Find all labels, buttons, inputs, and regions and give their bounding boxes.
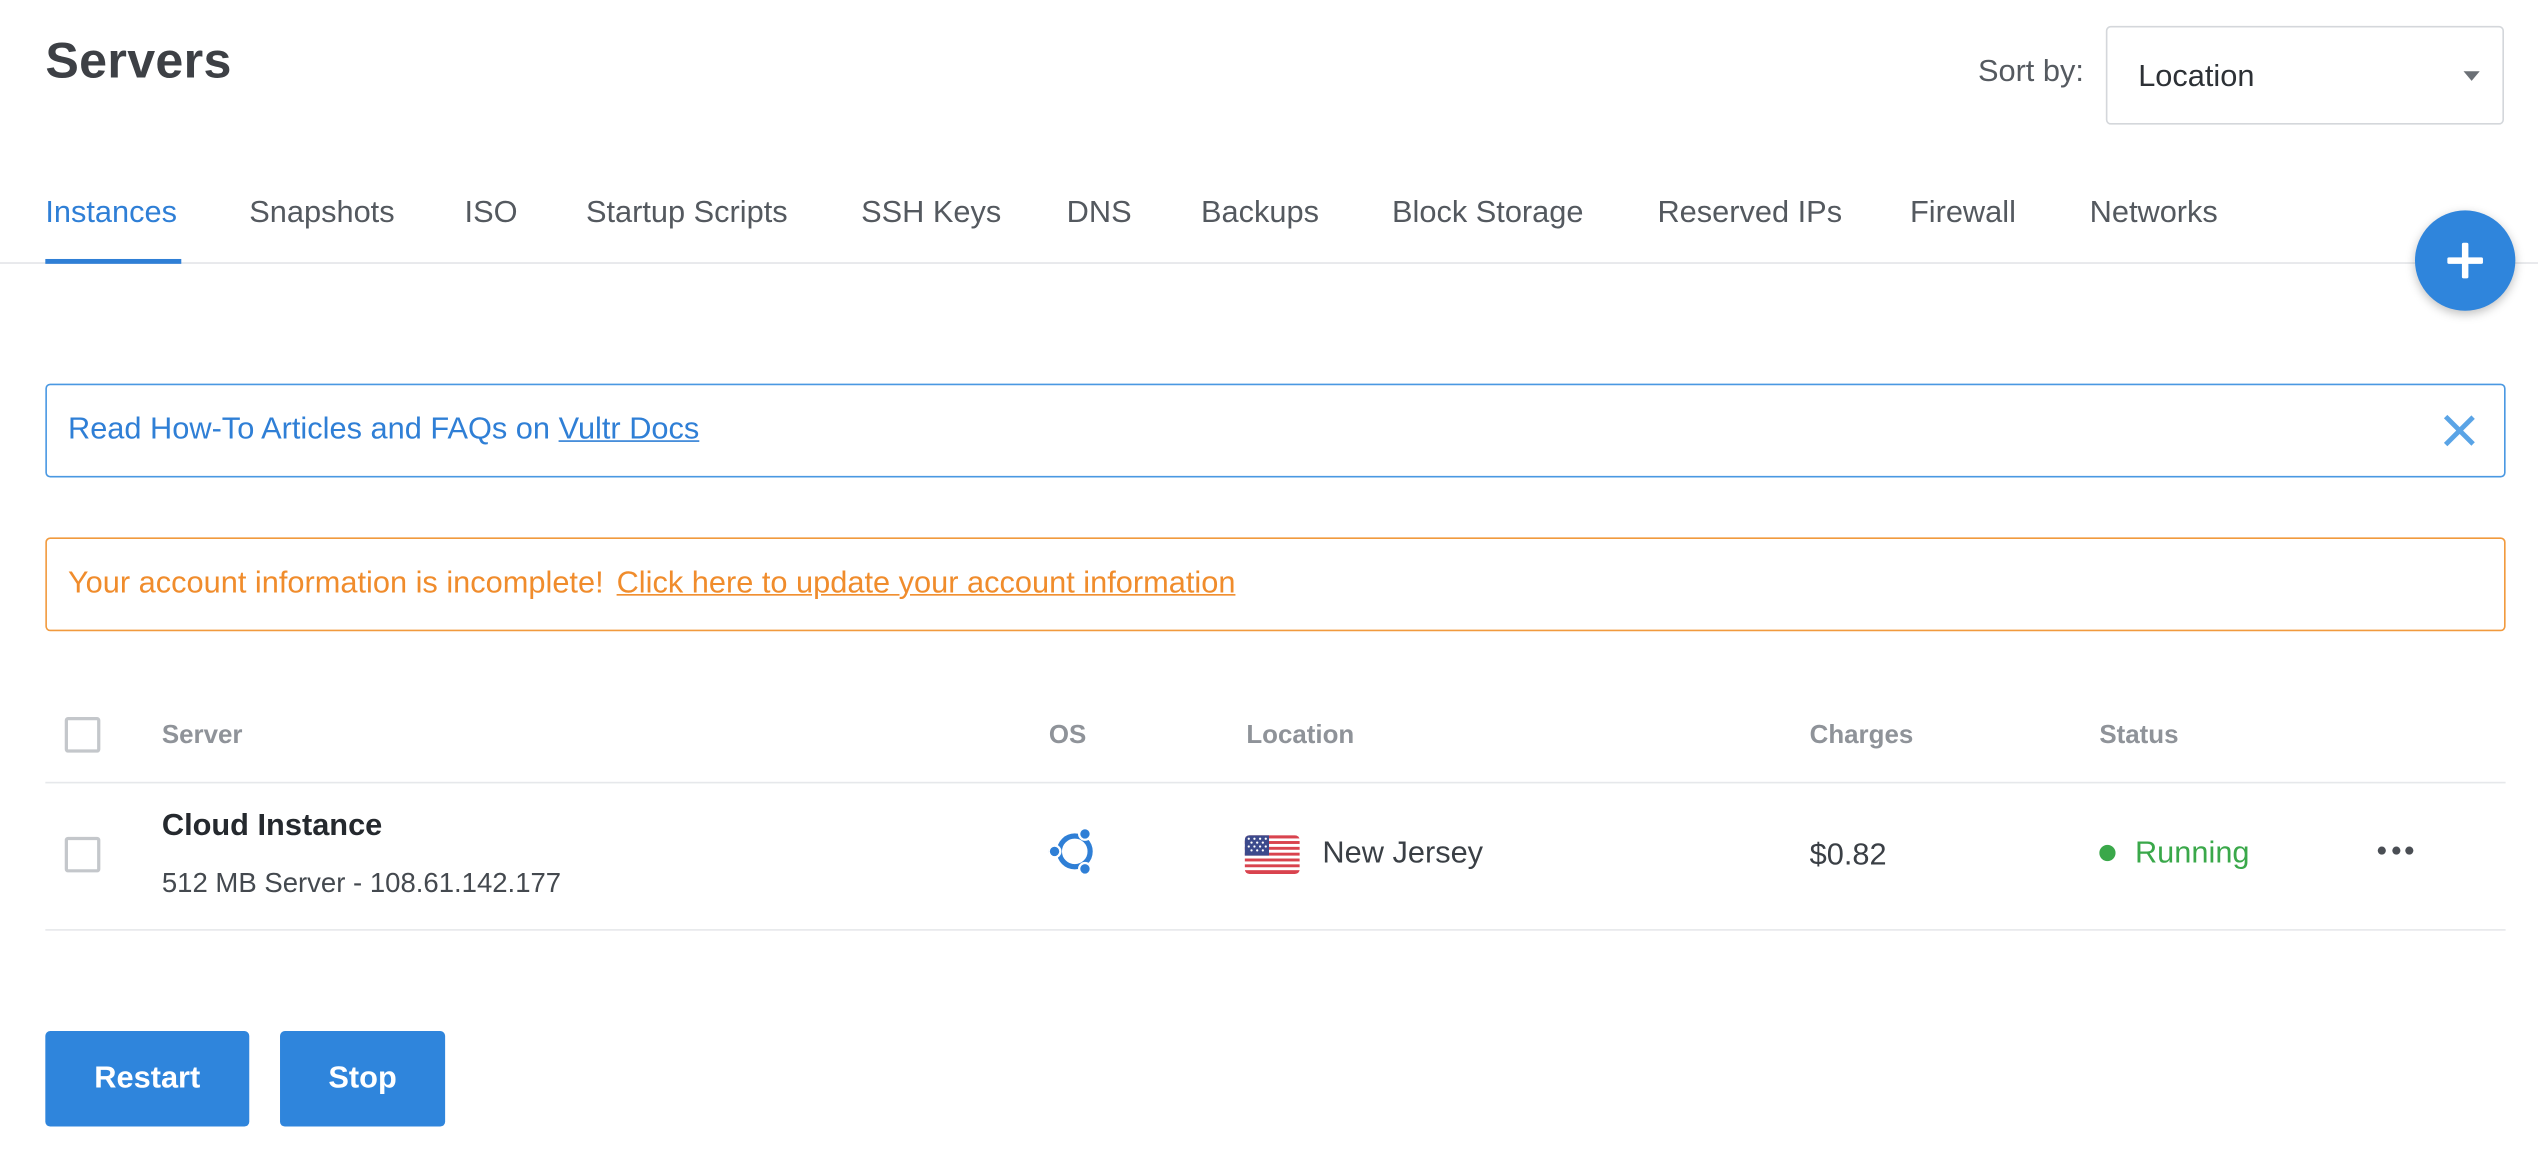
select-all-checkbox[interactable] [64, 717, 101, 753]
tab-bar: Instances Snapshots ISO Startup Scripts … [0, 188, 2538, 264]
chevron-down-icon [2463, 71, 2480, 81]
tab-iso[interactable]: ISO [465, 196, 518, 232]
column-header-charges[interactable]: Charges [1810, 722, 1914, 751]
server-details: 512 MB Server - 108.61.142.177 [161, 867, 562, 899]
docs-alert-message: Read How-To Articles and FAQs on Vultr D… [67, 412, 700, 447]
column-header-status[interactable]: Status [2099, 722, 2178, 751]
add-server-button[interactable] [2414, 210, 2516, 311]
page-title: Servers [45, 32, 232, 90]
server-charges: $0.82 [1809, 838, 1887, 873]
active-tab-indicator [45, 258, 182, 264]
column-header-server[interactable]: Server [162, 722, 243, 751]
tab-instances[interactable]: Instances [45, 196, 177, 232]
stop-button[interactable]: Stop [280, 1031, 446, 1127]
tab-firewall[interactable]: Firewall [1910, 196, 2016, 232]
ubuntu-icon [1048, 826, 1093, 876]
server-location: New Jersey [1322, 836, 1484, 871]
tab-reserved-ips[interactable]: Reserved IPs [1657, 196, 1842, 232]
row-select-checkbox[interactable] [64, 836, 101, 873]
sort-by-value: Location [2138, 59, 2255, 94]
close-icon[interactable] [2442, 414, 2474, 446]
sort-by-label: Sort by: [1977, 55, 2084, 90]
vultr-docs-link[interactable]: Vultr Docs [559, 413, 700, 447]
tab-block-storage[interactable]: Block Storage [1392, 196, 1583, 232]
table-header-divider [45, 781, 2506, 784]
server-name[interactable]: Cloud Instance [162, 809, 382, 845]
account-warning-message: Your account information is incomplete! C… [67, 566, 1236, 601]
column-header-location[interactable]: Location [1246, 722, 1354, 751]
more-options-icon[interactable] [2375, 838, 2417, 864]
tab-startup-scripts[interactable]: Startup Scripts [586, 196, 788, 232]
tab-networks[interactable]: Networks [2090, 196, 2218, 232]
docs-info-alert: Read How-To Articles and FAQs on Vultr D… [45, 383, 2506, 478]
tab-dns[interactable]: DNS [1067, 196, 1132, 232]
us-flag-icon [1244, 835, 1300, 875]
status-dot-icon [2099, 844, 2116, 862]
restart-button[interactable]: Restart [45, 1031, 250, 1127]
sort-by-select[interactable]: Location [2105, 25, 2505, 125]
tab-ssh-keys[interactable]: SSH Keys [861, 196, 1001, 232]
tab-backups[interactable]: Backups [1201, 196, 1319, 232]
update-account-link[interactable]: Click here to update your account inform… [617, 567, 1236, 601]
tab-snapshots[interactable]: Snapshots [249, 196, 394, 232]
server-status: Running [2134, 836, 2250, 871]
account-warning-alert: Your account information is incomplete! C… [45, 537, 2506, 632]
table-row-divider [45, 929, 2506, 931]
column-header-os[interactable]: OS [1049, 722, 1086, 751]
servers-page: Servers Sort by: Location Instances Snap… [0, 0, 2538, 1165]
